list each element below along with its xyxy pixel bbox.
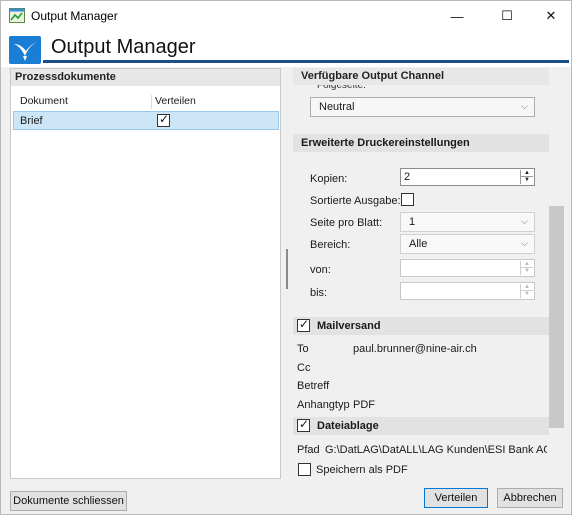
chevron-down-icon: ⌵ [521, 238, 528, 248]
spin-up-icon[interactable]: ▲ [521, 170, 533, 177]
ablage-enable-checkbox[interactable] [297, 417, 310, 432]
to-label: To [297, 343, 309, 355]
header-title: Output Manager [51, 36, 196, 58]
output-manager-window: Output Manager — ☐ ✕ Output Manager Proz… [0, 0, 572, 515]
anhangtyp-value: PDF [353, 399, 375, 411]
druck-section-title: Erweiterte Druckereinstellungen [301, 137, 470, 149]
von-spinner[interactable]: ▲ ▼ [520, 261, 533, 275]
header-divider [43, 60, 569, 63]
seiten-select[interactable]: 1 ⌵ [400, 212, 535, 232]
save-pdf-checkbox[interactable] [298, 463, 311, 476]
mail-enable-checkbox[interactable] [297, 317, 310, 332]
bis-stepper[interactable]: ▲ ▼ [400, 282, 535, 300]
app-icon [9, 8, 25, 23]
sortiert-label: Sortierte Ausgabe: [310, 195, 401, 207]
chevron-down-icon: ⌵ [521, 216, 528, 226]
verteilen-button[interactable]: Verteilen [424, 488, 488, 508]
pfad-value[interactable]: G:\DatLAG\DatALL\LAG Kunden\ESI Bank AG\… [325, 444, 547, 456]
von-stepper[interactable]: ▲ ▼ [400, 259, 535, 277]
window-title: Output Manager [31, 9, 118, 23]
close-button[interactable]: ✕ [529, 1, 572, 31]
app-header: Output Manager [1, 31, 571, 67]
kopien-stepper[interactable]: 2 ▲ ▼ [400, 168, 535, 186]
spin-down-icon[interactable]: ▼ [521, 177, 533, 184]
spin-down-icon[interactable]: ▼ [521, 291, 533, 298]
table-row[interactable]: Brief [13, 111, 279, 130]
bereich-label: Bereich: [310, 239, 351, 251]
bereich-value: Alle [409, 238, 428, 250]
column-header-dokument[interactable]: Dokument [20, 95, 68, 107]
scrollbar-thumb[interactable] [549, 206, 564, 428]
folgeseite-value: Neutral [319, 101, 355, 113]
verteilen-checkbox[interactable] [157, 112, 170, 127]
prozessdokumente-panel: Prozessdokumente Dokument Verteilen Brie… [10, 68, 281, 479]
von-label: von: [310, 264, 331, 276]
anhangtyp-label: Anhangtyp [297, 399, 350, 411]
splitter-handle[interactable] [286, 249, 288, 289]
bis-spinner[interactable]: ▲ ▼ [520, 284, 533, 298]
close-documents-button[interactable]: Dokumente schliessen [10, 491, 127, 511]
maximize-button[interactable]: ☐ [485, 1, 529, 31]
folgeseite-label: Folgeseite: [317, 85, 366, 91]
panel-title: Prozessdokumente [11, 69, 280, 86]
chevron-down-icon: ⌵ [521, 101, 528, 111]
kopien-label: Kopien: [310, 173, 348, 185]
mail-section-title: Mailversand [317, 320, 381, 332]
cc-label: Cc [297, 362, 311, 374]
mail-section-header: Mailversand [293, 317, 549, 335]
column-divider[interactable] [151, 95, 152, 109]
row-dokument: Brief [20, 115, 43, 127]
kopien-value: 2 [404, 171, 411, 183]
save-pdf-label: Speichern als PDF [316, 464, 408, 476]
folgeseite-select[interactable]: Neutral ⌵ [310, 97, 535, 117]
minimize-button[interactable]: — [435, 1, 479, 31]
spin-down-icon[interactable]: ▼ [521, 268, 533, 275]
bereich-select[interactable]: Alle ⌵ [400, 234, 535, 254]
grid-header: Dokument Verteilen [13, 95, 278, 109]
spin-up-icon[interactable]: ▲ [521, 284, 533, 291]
ablage-section-header: Dateiablage [293, 417, 549, 435]
bird-logo-icon [9, 36, 41, 64]
spin-up-icon[interactable]: ▲ [521, 261, 533, 268]
pfad-label: Pfad [297, 444, 320, 456]
seiten-value: 1 [409, 216, 416, 228]
ablage-section-title: Dateiablage [317, 420, 379, 432]
to-value[interactable]: paul.brunner@nine-air.ch [353, 343, 477, 355]
seiten-label: Seite pro Blatt: [310, 217, 383, 229]
panel-title: Verfügbare Output Channel [293, 68, 549, 85]
column-header-verteilen[interactable]: Verteilen [155, 95, 196, 107]
sortiert-checkbox[interactable] [401, 193, 414, 206]
kopien-spinner[interactable]: ▲ ▼ [520, 170, 533, 184]
druck-section-header: Erweiterte Druckereinstellungen [293, 134, 549, 152]
title-bar[interactable]: Output Manager — ☐ ✕ [1, 1, 571, 31]
betreff-label: Betreff [297, 380, 330, 392]
bis-label: bis: [310, 287, 328, 299]
abbrechen-button[interactable]: Abbrechen [497, 488, 563, 508]
